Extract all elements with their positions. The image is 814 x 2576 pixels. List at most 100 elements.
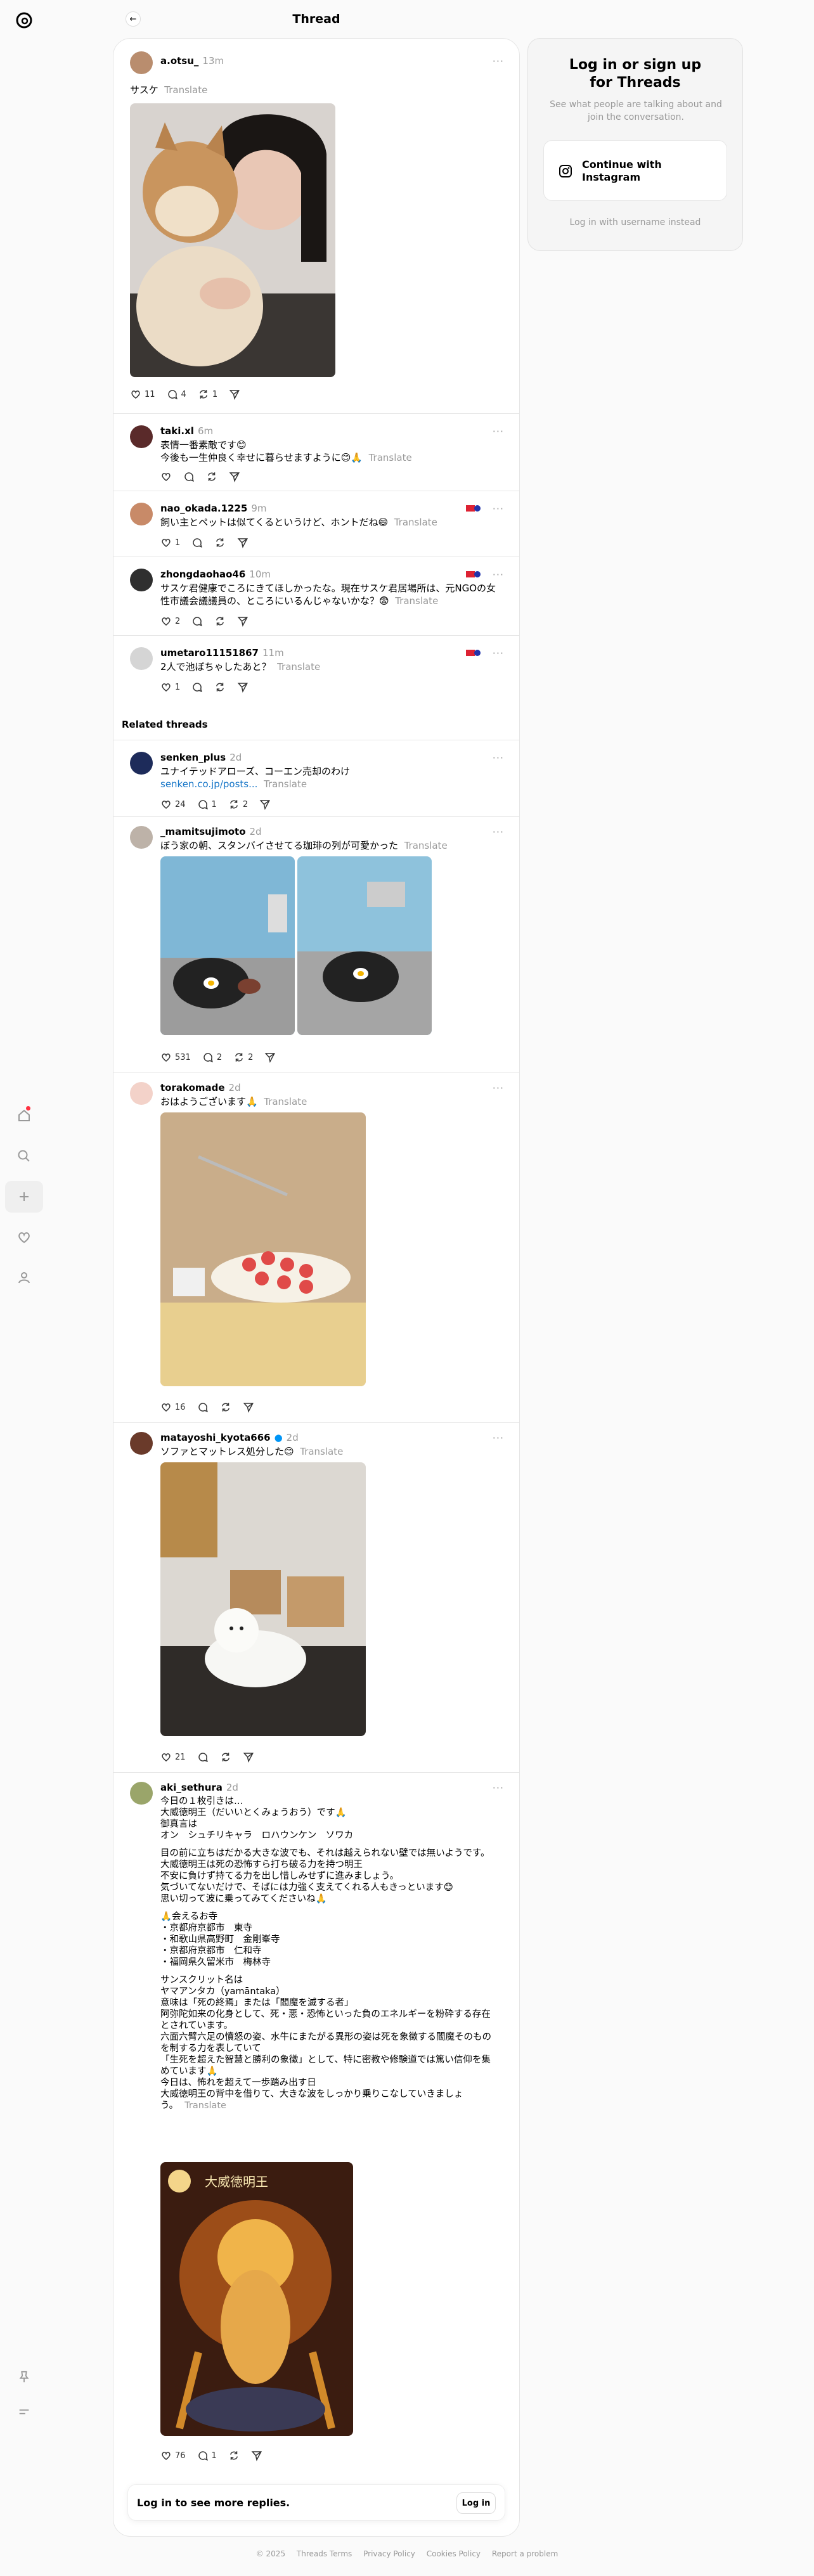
privacy-link[interactable]: Privacy Policy xyxy=(363,2549,415,2558)
username[interactable]: senken_plus xyxy=(160,752,226,763)
reply-button[interactable] xyxy=(197,1751,209,1763)
share-button[interactable] xyxy=(243,1401,254,1413)
like-button[interactable]: 531 xyxy=(160,1052,191,1063)
repost-button[interactable] xyxy=(220,1751,231,1763)
username[interactable]: zhongdaohao46 xyxy=(160,569,245,580)
avatar[interactable] xyxy=(130,569,153,591)
translate-link[interactable]: Translate xyxy=(264,778,307,790)
post-image[interactable] xyxy=(160,1112,366,1386)
like-button[interactable]: 1 xyxy=(160,681,180,693)
avatar[interactable] xyxy=(130,51,153,74)
menu-icon[interactable] xyxy=(5,2396,43,2428)
create-post-icon[interactable] xyxy=(5,1181,43,1213)
pin-icon[interactable] xyxy=(5,2361,43,2393)
reply-button[interactable] xyxy=(197,1401,209,1413)
username[interactable]: torakomade xyxy=(160,1082,225,1093)
post-image[interactable] xyxy=(297,856,432,1035)
repost-button[interactable] xyxy=(220,1401,231,1413)
reply-button[interactable]: 1 xyxy=(197,2450,217,2461)
translate-link[interactable]: Translate xyxy=(277,661,320,673)
username[interactable]: _mamitsujimoto xyxy=(160,826,246,837)
more-options-icon[interactable]: ··· xyxy=(493,569,504,581)
share-button[interactable] xyxy=(264,1052,276,1063)
repost-button[interactable]: 1 xyxy=(198,389,217,400)
share-button[interactable] xyxy=(251,2450,262,2461)
share-button[interactable] xyxy=(237,681,249,693)
avatar[interactable] xyxy=(130,1782,153,1805)
share-button[interactable] xyxy=(237,615,249,627)
username[interactable]: nao_okada.1225 xyxy=(160,503,247,514)
more-options-icon[interactable]: ··· xyxy=(493,647,504,659)
reply-button[interactable] xyxy=(191,537,203,548)
login-button[interactable]: Log in xyxy=(456,2492,496,2514)
translate-link[interactable]: Translate xyxy=(184,2101,226,2111)
translate-link[interactable]: Translate xyxy=(404,840,448,851)
translate-link[interactable]: Translate xyxy=(369,452,412,463)
more-options-icon[interactable]: ··· xyxy=(493,1082,504,1094)
repost-button[interactable] xyxy=(228,2450,240,2461)
translate-link[interactable]: Translate xyxy=(395,595,438,607)
like-button[interactable]: 76 xyxy=(160,2450,186,2461)
post-image[interactable] xyxy=(160,856,295,1035)
reply-button[interactable]: 2 xyxy=(202,1052,222,1063)
reply-button[interactable] xyxy=(191,615,203,627)
username[interactable]: taki.xl xyxy=(160,425,194,437)
continue-with-instagram-button[interactable]: Continue with Instagram xyxy=(543,140,727,201)
username[interactable]: matayoshi_kyota666 xyxy=(160,1432,271,1443)
repost-button[interactable] xyxy=(206,471,217,482)
repost-button[interactable] xyxy=(214,615,226,627)
threads-logo-icon[interactable] xyxy=(11,8,37,33)
username[interactable]: aki_sethura xyxy=(160,1782,223,1793)
username-login-link[interactable]: Log in with username instead xyxy=(528,217,742,228)
repost-button[interactable]: 2 xyxy=(233,1052,253,1063)
repost-button[interactable] xyxy=(214,537,226,548)
reply-button[interactable] xyxy=(183,471,195,482)
report-problem-link[interactable]: Report a problem xyxy=(492,2549,558,2558)
avatar[interactable] xyxy=(130,425,153,448)
username[interactable]: a.otsu_ xyxy=(160,55,198,67)
like-button[interactable]: 11 xyxy=(130,389,155,400)
avatar[interactable] xyxy=(130,752,153,775)
share-button[interactable] xyxy=(259,799,271,810)
repost-button[interactable] xyxy=(214,681,226,693)
share-button[interactable] xyxy=(237,537,249,548)
reply-button[interactable]: 1 xyxy=(197,799,217,810)
reply-button[interactable] xyxy=(191,681,203,693)
like-button[interactable] xyxy=(160,471,172,482)
avatar[interactable] xyxy=(130,1432,153,1455)
username[interactable]: umetaro11151867 xyxy=(160,647,259,659)
share-button[interactable] xyxy=(229,471,240,482)
post-image[interactable] xyxy=(160,1462,366,1736)
like-button[interactable]: 2 xyxy=(160,615,180,627)
translate-link[interactable]: Translate xyxy=(164,84,207,96)
more-options-icon[interactable]: ··· xyxy=(493,425,504,437)
share-button[interactable] xyxy=(229,389,240,400)
like-button[interactable]: 24 xyxy=(160,799,186,810)
repost-button[interactable]: 2 xyxy=(228,799,248,810)
post-link[interactable]: senken.co.jp/posts... xyxy=(160,778,257,790)
terms-link[interactable]: Threads Terms xyxy=(297,2549,352,2558)
post-image[interactable]: 大威徳明王 xyxy=(160,2162,353,2436)
profile-icon[interactable] xyxy=(5,1262,43,1294)
home-icon[interactable] xyxy=(5,1100,43,1131)
post-image[interactable] xyxy=(130,103,335,377)
more-options-icon[interactable]: ··· xyxy=(493,1782,504,1794)
share-button[interactable] xyxy=(243,1751,254,1763)
more-options-icon[interactable]: ··· xyxy=(493,503,504,515)
translate-link[interactable]: Translate xyxy=(264,1096,307,1107)
back-arrow-icon[interactable]: ← xyxy=(126,11,141,27)
reply-button[interactable]: 4 xyxy=(167,389,186,400)
cookies-link[interactable]: Cookies Policy xyxy=(427,2549,481,2558)
avatar[interactable] xyxy=(130,826,153,849)
more-options-icon[interactable]: ··· xyxy=(493,1432,504,1444)
like-button[interactable]: 16 xyxy=(160,1401,186,1413)
more-options-icon[interactable]: ··· xyxy=(493,826,504,838)
avatar[interactable] xyxy=(130,647,153,670)
more-options-icon[interactable]: ··· xyxy=(493,55,504,67)
search-icon[interactable] xyxy=(5,1140,43,1172)
heart-icon[interactable] xyxy=(5,1221,43,1253)
like-button[interactable]: 21 xyxy=(160,1751,186,1763)
avatar[interactable] xyxy=(130,503,153,525)
translate-link[interactable]: Translate xyxy=(300,1446,343,1457)
more-options-icon[interactable]: ··· xyxy=(493,752,504,764)
